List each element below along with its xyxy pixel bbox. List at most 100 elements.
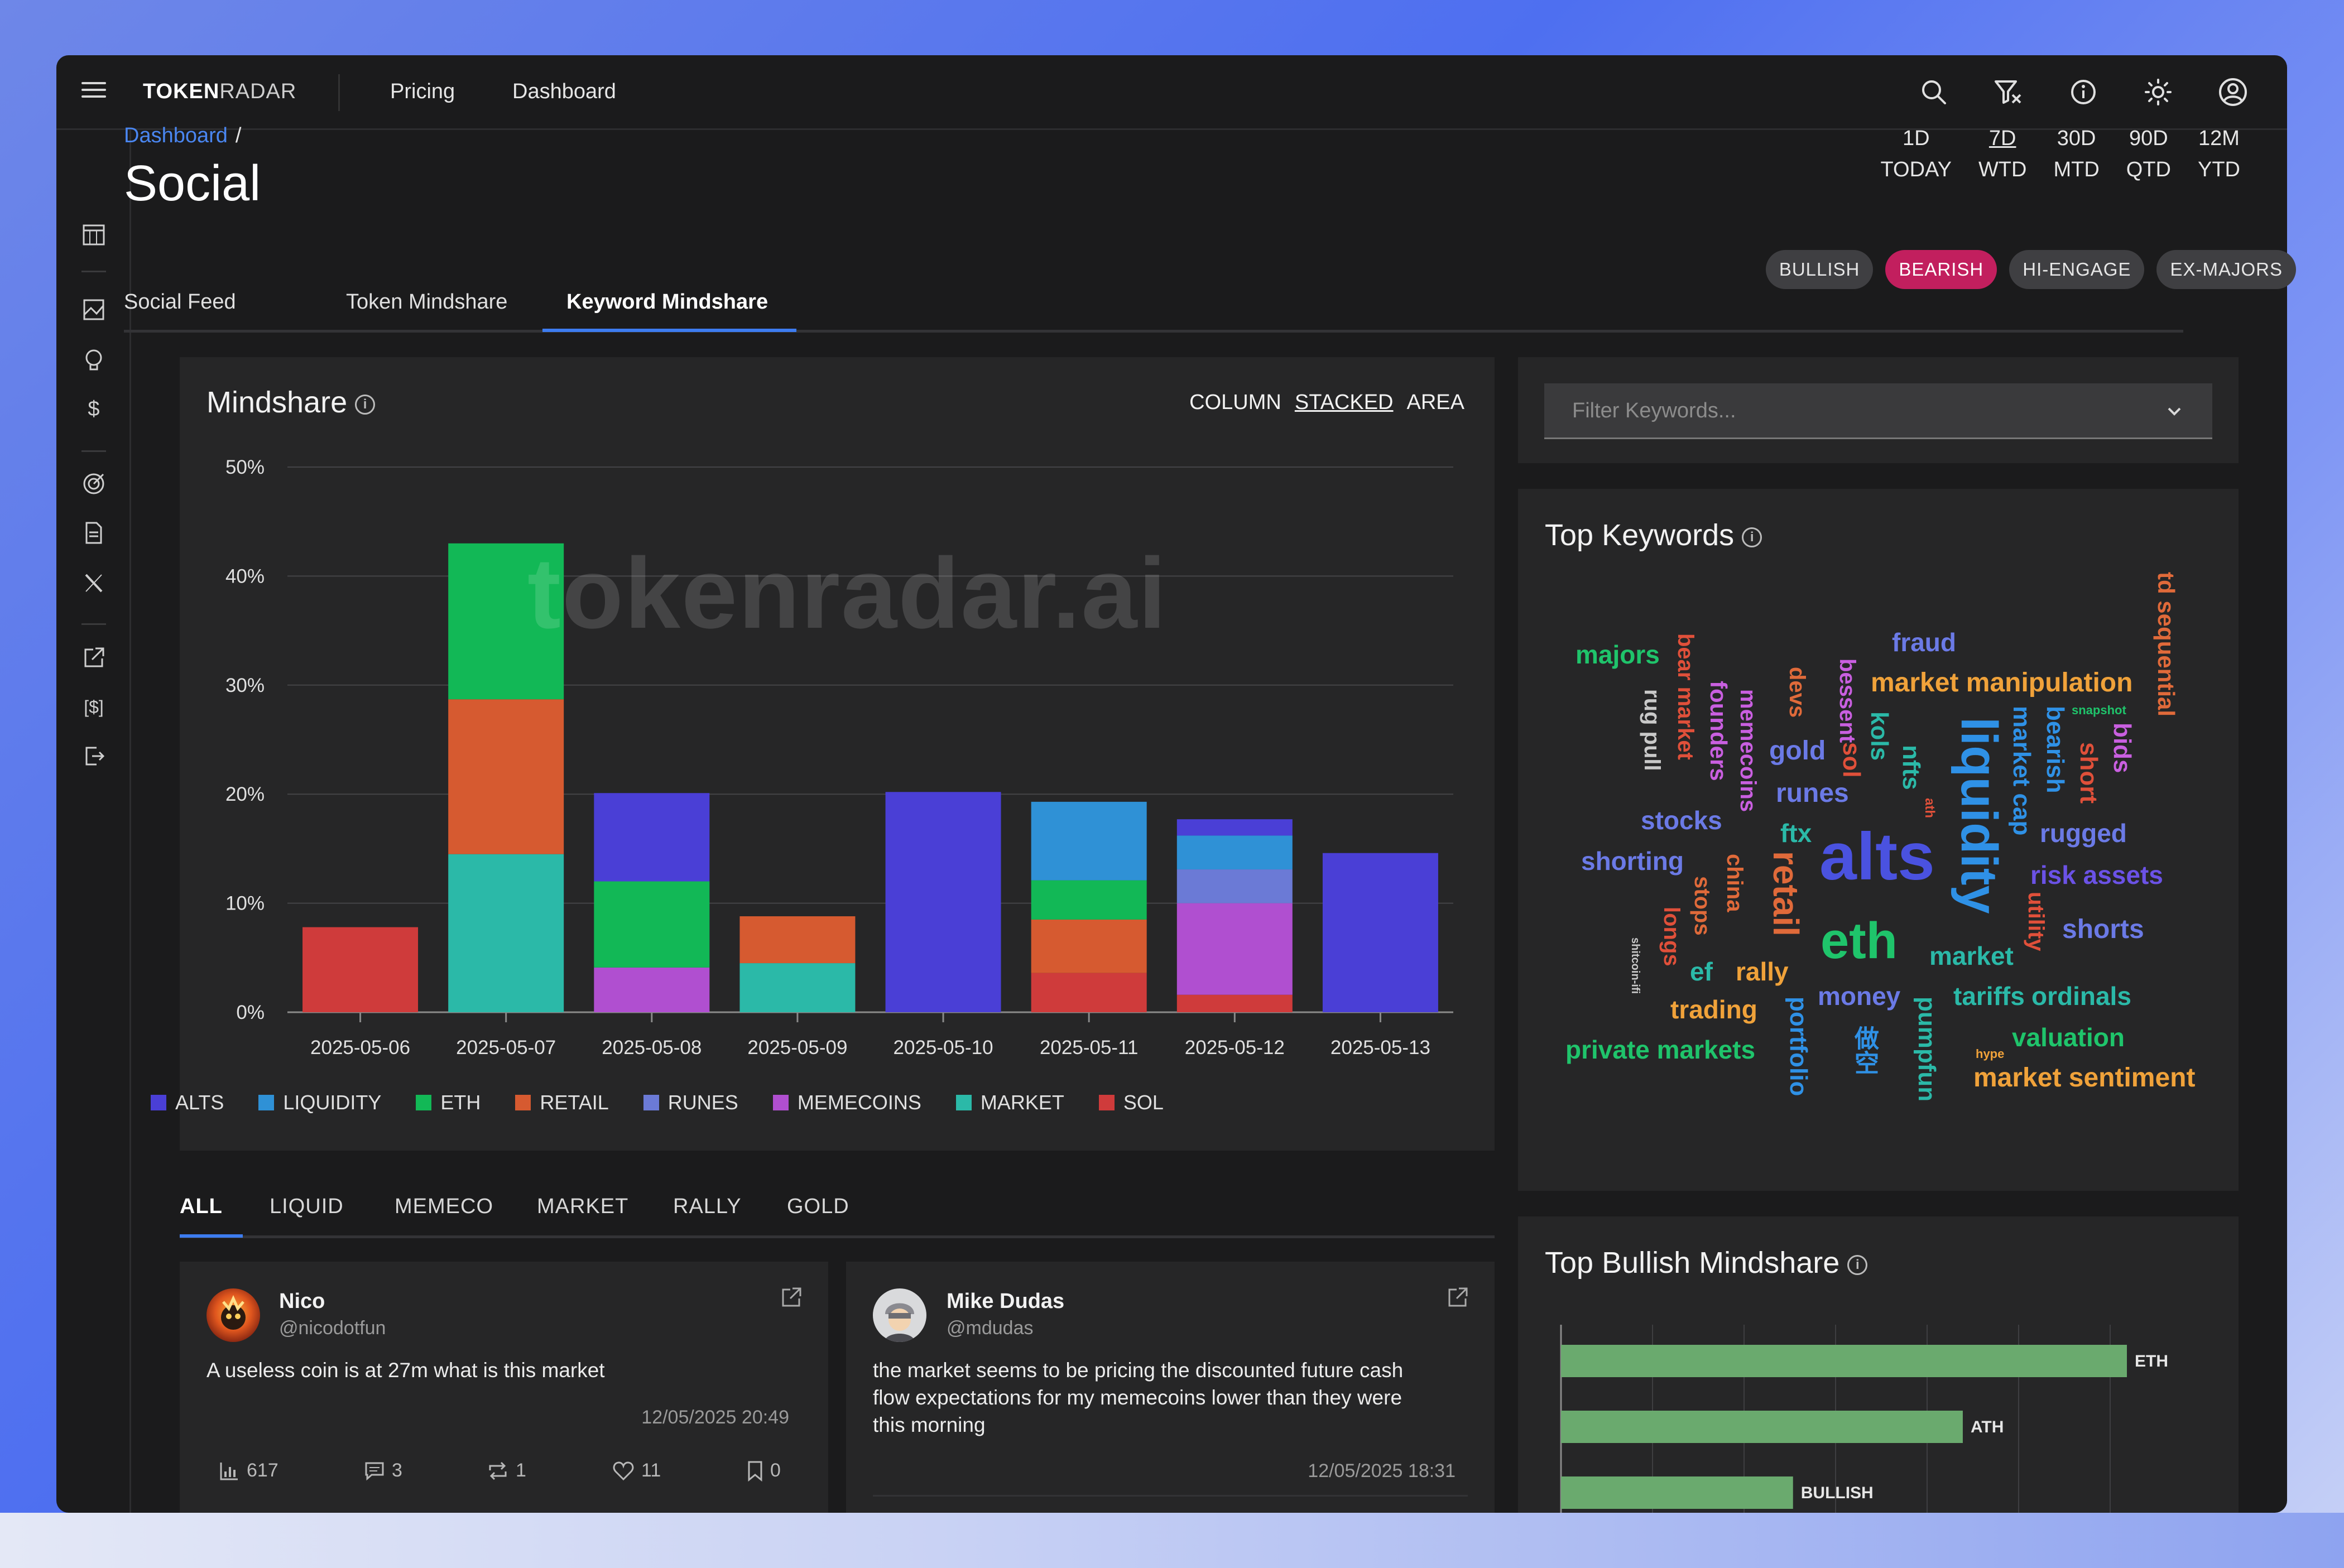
post-tab-liquid[interactable]: LIQUID: [270, 1195, 344, 1219]
post-text: the market seems to be pricing the disco…: [873, 1359, 1404, 1436]
info-icon[interactable]: i: [1742, 527, 1762, 547]
legend-label: SOL: [1123, 1091, 1164, 1114]
bar-segment-liquidity: [1176, 835, 1293, 870]
avatar[interactable]: [873, 1288, 926, 1342]
post-card[interactable]: Mike Dudas @mdudas the market seems to b…: [846, 1262, 1495, 1513]
legend-item-sol[interactable]: SOL: [1098, 1091, 1164, 1114]
post-card[interactable]: Nico @nicodotfun A useless coin is at 27…: [180, 1262, 828, 1513]
y-tick-label: 10%: [225, 893, 265, 915]
legend-swatch: [258, 1095, 275, 1110]
legend-label: ETH: [440, 1091, 481, 1114]
legend-swatch: [1098, 1095, 1115, 1110]
top-keywords-title: Top Keywords i: [1545, 518, 1762, 552]
replies-stat[interactable]: 3: [364, 1460, 402, 1482]
legend-item-retail[interactable]: RETAIL: [515, 1091, 609, 1114]
repost-icon: [489, 1461, 507, 1480]
post-text: A useless coin is at 27m what is this ma…: [206, 1359, 605, 1382]
bookmarks-stat[interactable]: 0: [747, 1460, 781, 1482]
bar-segment-sol: [1176, 994, 1293, 1012]
x-tick-label: 2025-05-13: [1330, 1037, 1430, 1059]
post-author-name[interactable]: Nico: [279, 1290, 325, 1314]
views-icon: [220, 1462, 238, 1480]
legend-swatch: [643, 1095, 659, 1110]
legend-item-market[interactable]: MARKET: [955, 1091, 1064, 1114]
external-link-icon[interactable]: [1447, 1286, 1469, 1309]
legend-swatch: [955, 1095, 972, 1110]
bar-segment-alts: [885, 792, 1001, 1012]
legend-item-alts[interactable]: ALTS: [151, 1091, 224, 1114]
y-tick-label: 30%: [225, 675, 265, 696]
avatar[interactable]: [206, 1288, 260, 1342]
x-tick-label: 2025-05-11: [1040, 1037, 1138, 1059]
bar-segment-eth: [594, 881, 710, 968]
post-tab-all[interactable]: ALL: [180, 1195, 223, 1219]
bar-segment-market: [448, 854, 564, 1012]
bullish-mindshare-title: Top Bullish Mindshare i: [1545, 1245, 1868, 1280]
legend-swatch: [515, 1095, 531, 1110]
bar-segment-sol: [302, 927, 419, 1012]
bar-segment-eth: [1031, 880, 1147, 920]
chevron-down-icon: [2168, 407, 2181, 416]
x-tick-label: 2025-05-08: [602, 1037, 702, 1059]
likes-stat[interactable]: 11: [612, 1460, 661, 1482]
y-tick-label: 50%: [225, 456, 265, 478]
x-tick-label: 2025-05-12: [1185, 1037, 1285, 1059]
chart-legend: ALTS LIQUIDITY ETH RETAIL RUNES MEMECOINS MARK…: [151, 1091, 1198, 1114]
legend-swatch: [416, 1095, 432, 1110]
post-tab-memeco[interactable]: MEMECO: [395, 1195, 493, 1219]
bar-segment-retail: [448, 699, 564, 854]
bar-segment-alts: [594, 793, 710, 882]
active-post-tab-indicator: [180, 1234, 243, 1238]
info-icon[interactable]: i: [1847, 1254, 1868, 1275]
x-tick-label: 2025-05-10: [894, 1037, 993, 1059]
bar-segment-retail: [739, 916, 856, 964]
post-tab-market[interactable]: MARKET: [537, 1195, 628, 1219]
legend-label: ALTS: [175, 1091, 224, 1114]
post-author-name[interactable]: Mike Dudas: [947, 1290, 1064, 1314]
background: [0, 1513, 2344, 1568]
legend-item-eth[interactable]: ETH: [416, 1091, 481, 1114]
bar-segment-liquidity: [1031, 801, 1147, 881]
legend-label: RUNES: [667, 1091, 738, 1114]
filter-keywords-placeholder: Filter Keywords...: [1572, 399, 1736, 422]
post-timestamp: 12/05/2025 20:49: [641, 1407, 789, 1428]
y-tick-label: 20%: [225, 783, 265, 805]
reposts-stat[interactable]: 1: [487, 1460, 526, 1482]
bar-segment-market: [739, 963, 856, 1012]
bar-segment-memecoins: [594, 967, 710, 1012]
bookmark-icon: [748, 1461, 762, 1482]
views-stat[interactable]: 617: [219, 1460, 278, 1482]
legend-label: LIQUIDITY: [283, 1091, 382, 1114]
legend-item-runes[interactable]: RUNES: [643, 1091, 738, 1114]
bar-segment-sol: [1031, 973, 1147, 1012]
bar-segment-alts: [1322, 853, 1438, 1012]
heart-icon: [613, 1461, 634, 1480]
legend-swatch: [151, 1095, 166, 1110]
bullish-mindshare-panel: Top Bullish Mindshare i: [1518, 1216, 2239, 1513]
post-tab-gold[interactable]: GOLD: [787, 1195, 849, 1219]
bar-segment-retail: [1031, 919, 1147, 973]
post-timestamp: 12/05/2025 18:31: [1308, 1460, 1456, 1482]
bar-segment-alts: [1176, 819, 1293, 836]
post-tab-rally[interactable]: RALLY: [673, 1195, 742, 1219]
top-keywords-panel: Top Keywords i: [1518, 489, 2239, 1191]
legend-item-liquidity[interactable]: LIQUIDITY: [258, 1091, 381, 1114]
post-author-handle[interactable]: @nicodotfun: [279, 1317, 386, 1339]
legend-label: MARKET: [980, 1091, 1064, 1114]
legend-swatch: [772, 1095, 789, 1110]
legend-label: RETAIL: [540, 1091, 609, 1114]
y-tick-label: 40%: [225, 565, 265, 587]
watermark: tokenradar.ai: [527, 537, 1168, 650]
external-link-icon[interactable]: [780, 1286, 803, 1309]
x-tick-label: 2025-05-07: [456, 1037, 556, 1059]
post-author-handle[interactable]: @mdudas: [947, 1317, 1033, 1339]
filter-keywords-dropdown[interactable]: Filter Keywords...: [1544, 383, 2212, 439]
post-tabs: ALL LIQUID MEMECO MARKET RALLY GOLD: [180, 1191, 1495, 1238]
bar-segment-runes: [1176, 869, 1293, 903]
reply-icon: [365, 1462, 384, 1480]
legend-item-memecoins[interactable]: MEMECOINS: [772, 1091, 921, 1114]
divider: [873, 1495, 1468, 1497]
x-tick-label: 2025-05-09: [747, 1037, 847, 1059]
legend-label: MEMECOINS: [797, 1091, 921, 1114]
x-tick-label: 2025-05-06: [310, 1037, 410, 1059]
